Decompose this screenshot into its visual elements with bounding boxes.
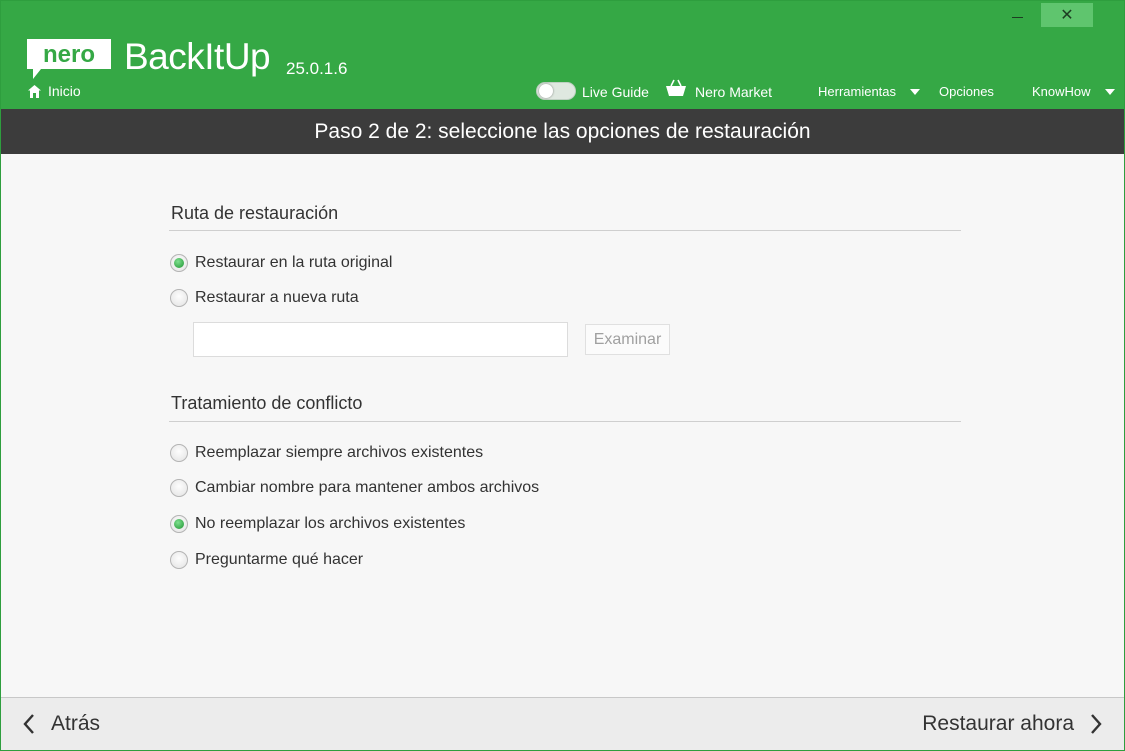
header-bar: ✕ nero BackItUp 25.0.1.6 Inicio Live Gui… xyxy=(1,1,1124,109)
radio-label: Restaurar a nueva ruta xyxy=(195,289,359,306)
radio-replace-always[interactable]: Reemplazar siempre archivos existentes xyxy=(170,443,483,463)
basket-icon[interactable] xyxy=(665,79,687,97)
radio-label: Cambiar nombre para mantener ambos archi… xyxy=(195,479,540,496)
live-guide-toggle[interactable] xyxy=(536,82,576,100)
tools-menu[interactable]: Herramientas xyxy=(818,83,896,101)
app-name: BackItUp xyxy=(124,36,271,77)
radio-button-checked[interactable] xyxy=(170,254,188,272)
radio-label: Preguntarme qué hacer xyxy=(195,551,364,568)
radio-label: No reemplazar los archivos existentes xyxy=(195,515,466,532)
conflict-section-title: Tratamiento de conflicto xyxy=(171,393,363,413)
radio-button[interactable] xyxy=(170,289,188,307)
step-title-bar: Paso 2 de 2: seleccione las opciones de … xyxy=(1,109,1124,154)
restore-now-label: Restaurar ahora xyxy=(922,712,1074,735)
radio-restore-original[interactable]: Restaurar en la ruta original xyxy=(170,253,392,273)
close-button[interactable]: ✕ xyxy=(1041,3,1093,27)
radio-restore-new-path[interactable]: Restaurar a nueva ruta xyxy=(170,288,359,308)
step-title: Paso 2 de 2: seleccione las opciones de … xyxy=(314,119,811,143)
chevron-left-icon xyxy=(23,714,34,734)
section-divider xyxy=(169,421,961,422)
home-label: Inicio xyxy=(48,83,81,99)
nero-logo: nero xyxy=(27,39,111,79)
radio-button[interactable] xyxy=(170,551,188,569)
radio-ask-me[interactable]: Preguntarme qué hacer xyxy=(170,550,363,570)
back-button[interactable]: Atrás xyxy=(23,712,100,736)
radio-label: Restaurar en la ruta original xyxy=(195,254,393,271)
radio-button[interactable] xyxy=(170,479,188,497)
close-icon: ✕ xyxy=(1060,7,1074,24)
radio-button-checked[interactable] xyxy=(170,515,188,533)
restore-path-section-title: Ruta de restauración xyxy=(171,203,339,223)
tools-caret-down-icon[interactable] xyxy=(910,89,920,95)
radio-do-not-replace[interactable]: No reemplazar los archivos existentes xyxy=(170,514,465,534)
live-guide-label[interactable]: Live Guide xyxy=(582,83,649,101)
knowhow-menu[interactable]: KnowHow xyxy=(1032,83,1091,101)
minimize-icon xyxy=(1011,16,1023,18)
home-link[interactable]: Inicio xyxy=(28,83,81,99)
logo-text: nero xyxy=(43,41,95,68)
chevron-right-icon xyxy=(1091,714,1102,734)
app-window: ✕ nero BackItUp 25.0.1.6 Inicio Live Gui… xyxy=(0,0,1125,751)
app-version: 25.0.1.6 xyxy=(286,59,348,78)
restore-now-button[interactable]: Restaurar ahora xyxy=(922,712,1102,736)
options-menu[interactable]: Opciones xyxy=(939,83,994,101)
minimize-button[interactable] xyxy=(994,3,1040,27)
footer-bar: Atrás Restaurar ahora xyxy=(1,697,1124,750)
browse-button[interactable]: Examinar xyxy=(585,324,670,355)
new-path-input[interactable] xyxy=(193,322,568,357)
radio-rename-keep-both[interactable]: Cambiar nombre para mantener ambos archi… xyxy=(170,478,539,498)
radio-button[interactable] xyxy=(170,444,188,462)
toggle-knob xyxy=(539,84,553,98)
back-label: Atrás xyxy=(51,712,101,735)
home-icon xyxy=(28,84,41,98)
section-divider xyxy=(169,230,961,231)
radio-label: Reemplazar siempre archivos existentes xyxy=(195,444,484,461)
knowhow-caret-down-icon[interactable] xyxy=(1105,89,1115,95)
nero-market-link[interactable]: Nero Market xyxy=(695,83,772,101)
